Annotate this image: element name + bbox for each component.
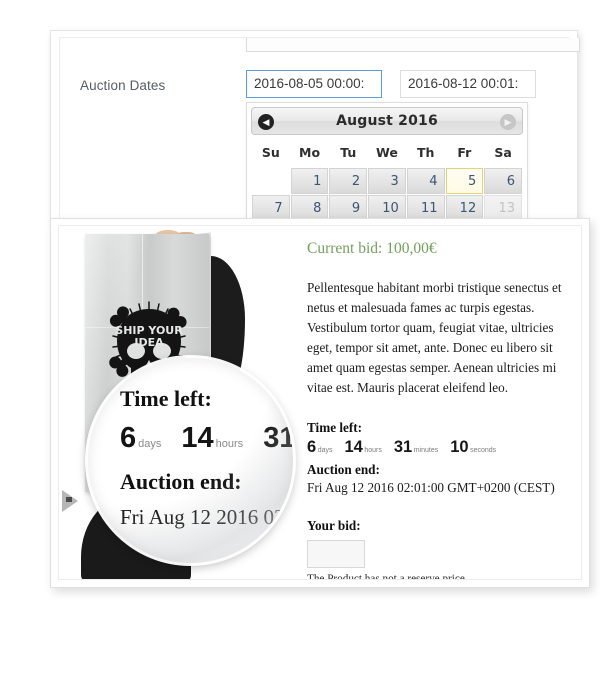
datepicker-empty-cell [252, 168, 290, 194]
countdown-value-hours: 14 [181, 422, 214, 454]
magnified-time-left-label: Time left: [120, 386, 212, 411]
countdown-value-minutes: 31 [393, 438, 413, 457]
countdown-value-hours: 14 [344, 438, 363, 457]
countdown-timer: 6 days 14 hours 31 minutes 10 seconds [307, 438, 569, 457]
countdown-value-seconds: 10 [450, 438, 469, 457]
datepicker-day-4[interactable]: 4 [406, 168, 445, 194]
datepicker-month-title: August 2016 [336, 113, 438, 129]
triangle-right-icon[interactable] [59, 488, 79, 514]
countdown-label-days: days [317, 447, 333, 455]
countdown-unit-minutes: 31 minutes [394, 438, 438, 457]
countdown-label-minutes: minutes [413, 447, 439, 455]
magnifier-content: Time left: 6days 14hours 31minu Auction en… [120, 386, 293, 563]
admin-form-inner: Auction Dates 2016-08-05 00:00: 2016-08-… [59, 37, 580, 227]
countdown-unit-hours: 14 hours [181, 422, 243, 455]
datepicker-day-6[interactable]: 6 [484, 168, 522, 194]
datepicker-weekday-th: Th [416, 145, 435, 160]
datepicker-weekday-we: We [376, 145, 398, 160]
reserve-price-note: The Product has not a reserve price. [307, 573, 468, 580]
auction-end-value: Fri Aug 12 2016 02:01:00 GMT+0200 (CEST) [307, 480, 555, 496]
auction-start-date-input[interactable]: 2016-08-05 00:00: [246, 70, 382, 98]
countdown-label-seconds: seconds [470, 447, 497, 455]
auction-dates-label: Auction Dates [80, 78, 166, 93]
datepicker-day-empty [252, 168, 290, 194]
countdown-label-hours: hours [215, 438, 244, 450]
datepicker-day-cell: 6 [484, 168, 522, 194]
partial-field-above [246, 38, 580, 52]
auction-end-label: Auction end: [307, 462, 380, 478]
current-bid-value: Current bid: 100,00€ [307, 240, 437, 257]
countdown-unit-seconds: 10 seconds [450, 438, 496, 457]
datepicker-grid: Su Mo Tu We Th Fr Sa 1 2 3 4 5 6 7 8 9 10 11 12 13 [251, 139, 523, 222]
datepicker-weekday-tu: Tu [340, 145, 357, 160]
datepicker-day-3[interactable]: 3 [368, 168, 406, 194]
magnified-auction-end-value: Fri Aug 12 2016 02: [120, 505, 293, 529]
product-description: Pellentesque habitant morbi tristique se… [307, 280, 562, 396]
datepicker-weekday-mo: Mo [299, 145, 321, 160]
countdown-label-hours: hours [364, 447, 382, 455]
datepicker-day-cell: 1 [290, 168, 329, 194]
countdown-unit-days: 6 days [120, 422, 161, 455]
your-bid-input[interactable] [307, 540, 365, 569]
countdown-unit-hours: 14 hours [344, 438, 381, 457]
countdown-label-days: days [138, 438, 162, 450]
triangle-notch [66, 497, 72, 502]
countdown-value-days: 6 [120, 422, 137, 454]
datepicker-day-rows: 1 2 3 4 5 6 7 8 9 10 11 12 13 [252, 168, 522, 221]
datepicker-weekday-su: Su [261, 145, 280, 160]
chevron-left-icon[interactable]: ◀ [258, 114, 274, 130]
countdown-unit-minu: 31minu [263, 422, 293, 455]
datepicker-day-cell: 3 [368, 168, 406, 194]
datepicker-weekday-row: Su Mo Tu We Th Fr Sa [252, 140, 522, 167]
datepicker-header: ◀ August 2016 ▶ [251, 107, 523, 135]
datepicker-day-2[interactable]: 2 [329, 168, 368, 194]
magnifier-lens: Time left: 6days 14hours 31minu Auction en… [88, 358, 293, 563]
datepicker-day-cell: 4 [406, 168, 445, 194]
admin-auction-form-panel: Auction Dates 2016-08-05 00:00: 2016-08-… [50, 30, 580, 227]
datepicker-weekday-sa: Sa [494, 145, 512, 160]
countdown-value-minu: 31 [263, 422, 293, 454]
countdown-unit-days: 6 days [307, 438, 332, 457]
datepicker-day-cell: 2 [329, 168, 368, 194]
chevron-right-icon[interactable]: ▶ [500, 114, 516, 130]
datepicker-day-cell: 5 [445, 168, 484, 194]
datepicker-weekday-fr: Fr [457, 145, 472, 160]
poster-text-line2: IDEA [134, 336, 164, 349]
datepicker-popup[interactable]: ◀ August 2016 ▶ Su Mo Tu We Th Fr Sa 123456789… [246, 102, 528, 227]
magnified-countdown: 6days 14hours 31minu [120, 422, 293, 455]
countdown-value-days: 6 [307, 438, 317, 457]
auction-end-date-input[interactable]: 2016-08-12 00:01: [400, 70, 536, 98]
your-bid-label: Your bid: [307, 518, 361, 534]
magnified-auction-end-label: Auction end: [120, 469, 242, 494]
datepicker-day-5[interactable]: 5 [445, 168, 484, 194]
product-detail-column: Current bid: 100,00€ Pellentesque habita… [307, 240, 569, 580]
datepicker-day-1[interactable]: 1 [290, 168, 329, 194]
time-left-label: Time left: [307, 420, 363, 436]
datepicker-week-row: 123456 [252, 168, 522, 194]
